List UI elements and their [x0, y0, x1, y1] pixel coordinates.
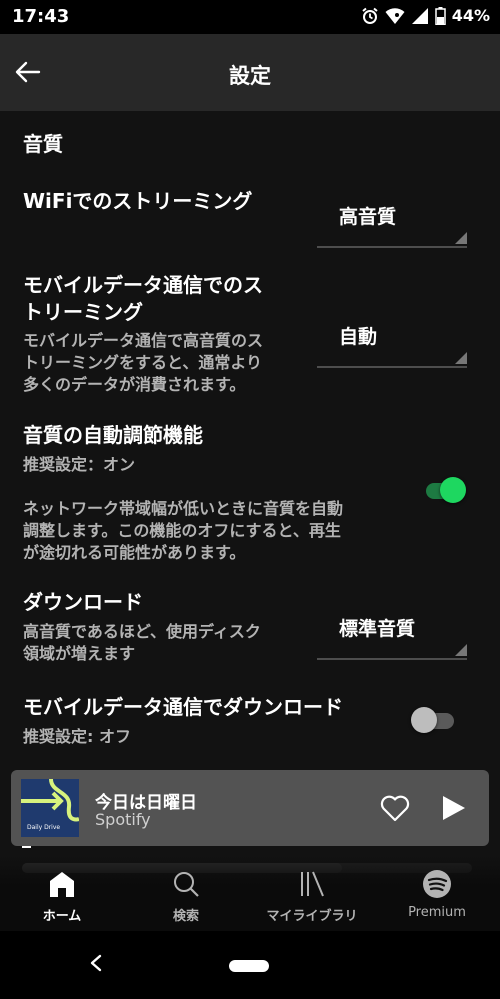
- status-bar: 17:43 44%: [0, 0, 500, 34]
- nav-item-home[interactable]: ホーム: [2, 869, 122, 924]
- bottom-nav: ホーム 検索 マイライブラリ Premium: [0, 855, 500, 931]
- home-icon: [50, 872, 74, 897]
- system-back-icon[interactable]: [88, 953, 104, 973]
- alarm-icon: [362, 7, 378, 24]
- nav-item-search[interactable]: 検索: [126, 869, 246, 924]
- mobile-streaming-title-line1: モバイルデータ通信でのス: [23, 273, 263, 297]
- play-icon[interactable]: [439, 794, 467, 822]
- status-icons: 44%: [361, 6, 490, 25]
- album-art: Daily Drive: [21, 779, 79, 837]
- app-bar: 設定: [0, 34, 500, 111]
- wifi-streaming-title: WiFiでのストリーミング: [23, 189, 253, 213]
- nav-label-home: ホーム: [42, 909, 82, 924]
- nav-item-premium[interactable]: Premium: [377, 869, 497, 920]
- download-desc-line1: 高音質であるほど、使用ディスク: [23, 622, 261, 641]
- mini-player[interactable]: Daily Drive 今日は日曜日 Spotify: [11, 770, 489, 846]
- auto-adjust-desc-line1: ネットワーク帯域幅が低いときに音質を自動: [23, 499, 344, 518]
- signal-icon: [411, 7, 428, 24]
- auto-adjust-desc-line3: が途切れる可能性があります。: [23, 543, 246, 562]
- mobile-streaming-title-line2: トリーミング: [23, 300, 143, 324]
- mobile-download-toggle[interactable]: [411, 707, 458, 733]
- toggle-knob: [411, 707, 437, 733]
- download-title: ダウンロード: [23, 590, 143, 614]
- mobile-streaming-dropdown[interactable]: 自動: [317, 318, 467, 368]
- spotify-icon: [423, 870, 451, 898]
- mobile-streaming-value: 自動: [339, 326, 378, 348]
- battery-icon: [434, 6, 446, 25]
- album-art-caption: Daily Drive: [27, 824, 60, 831]
- mobile-download-recommend: 推奨設定: オフ: [23, 727, 131, 746]
- mobile-streaming-desc-line1: モバイルデータ通信で高音質のス: [23, 331, 264, 350]
- nav-label-search: 検索: [172, 909, 199, 924]
- toggle-knob: [440, 477, 466, 503]
- dropdown-arrow-icon: [455, 352, 467, 364]
- album-art-graphic: Daily Drive: [21, 779, 79, 837]
- status-time: 17:43: [12, 6, 70, 27]
- system-nav-bar: [0, 931, 500, 999]
- mobile-download-title: モバイルデータ通信でダウンロード: [23, 695, 343, 719]
- auto-adjust-recommend: 推奨設定：オン: [23, 455, 136, 474]
- nav-label-library: マイライブラリ: [266, 909, 358, 924]
- nav-item-library[interactable]: マイライブラリ: [252, 869, 372, 924]
- track-artist: Spotify: [95, 810, 151, 829]
- auto-adjust-toggle[interactable]: [422, 477, 468, 503]
- download-desc-line2: 領域が増えます: [23, 644, 136, 663]
- search-icon: [174, 872, 199, 897]
- battery-percent: 44%: [451, 6, 490, 25]
- playback-progress: [22, 846, 31, 848]
- dropdown-arrow-icon: [455, 644, 467, 656]
- auto-adjust-title: 音質の自動調節機能: [23, 423, 203, 447]
- mobile-streaming-desc-line2: トリーミングをすると、通常より: [23, 353, 263, 372]
- wifi-icon: [385, 7, 405, 24]
- heart-icon[interactable]: [379, 793, 411, 823]
- section-title: 音質: [23, 132, 63, 156]
- download-quality-value: 標準音質: [339, 618, 416, 640]
- download-quality-dropdown[interactable]: 標準音質: [317, 610, 467, 660]
- page-title: 設定: [229, 64, 271, 88]
- system-home-pill[interactable]: [229, 960, 269, 972]
- dropdown-arrow-icon: [455, 232, 467, 244]
- mobile-streaming-desc-line3: 多くのデータが消費されます。: [23, 375, 246, 394]
- library-icon: [301, 871, 324, 897]
- wifi-streaming-dropdown[interactable]: 高音質: [317, 198, 467, 248]
- auto-adjust-desc-line2: 調整します。この機能のオフにすると、再生: [23, 521, 341, 540]
- nav-label-premium: Premium: [408, 905, 466, 920]
- wifi-streaming-value: 高音質: [339, 206, 397, 228]
